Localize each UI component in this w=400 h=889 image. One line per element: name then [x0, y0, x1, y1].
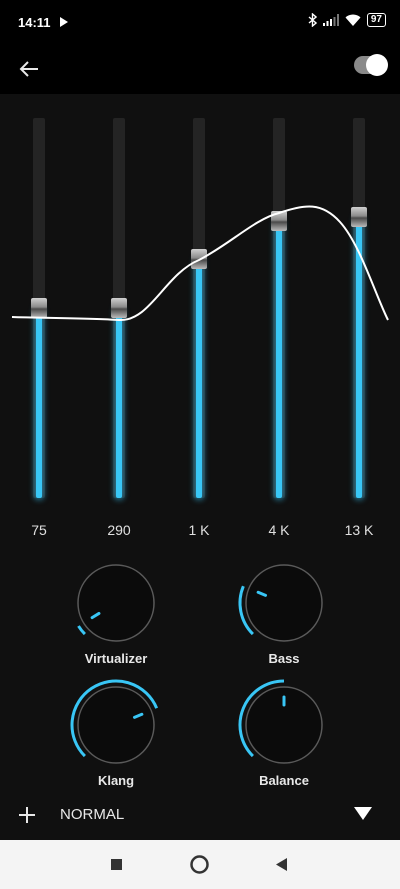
play-icon	[60, 17, 68, 27]
knob-body	[77, 564, 155, 642]
plus-icon[interactable]	[16, 804, 38, 826]
band-fill	[36, 308, 42, 498]
balance-knob[interactable]	[238, 679, 324, 765]
back-triangle-icon[interactable]	[276, 858, 287, 871]
freq-label: 13 K	[344, 522, 374, 538]
balance-label: Balance	[259, 773, 309, 788]
band-fill	[276, 221, 282, 498]
status-time: 14:11	[18, 15, 51, 30]
klang-knob[interactable]	[70, 679, 159, 765]
status-bar: 14:11 97	[0, 0, 400, 44]
knob-level-arc	[77, 625, 86, 636]
freq-label: 4 K	[268, 522, 290, 538]
band-handle[interactable]	[31, 298, 47, 318]
band-fill	[356, 217, 362, 498]
band-slider-290[interactable]	[111, 118, 127, 498]
virtualizer-knob[interactable]	[76, 563, 156, 643]
preset-name[interactable]: NORMAL	[60, 806, 124, 823]
signal-icon	[322, 14, 339, 26]
bass-label: Bass	[268, 651, 300, 666]
band-slider-4k[interactable]	[271, 118, 287, 498]
toggle-knob	[366, 54, 388, 76]
bass-knob[interactable]	[238, 563, 324, 643]
band-handle[interactable]	[271, 211, 287, 231]
band-handle[interactable]	[351, 207, 367, 227]
equalizer-toggle[interactable]	[354, 54, 388, 76]
virtualizer-label: Virtualizer	[84, 651, 148, 666]
band-slider-13k[interactable]	[351, 118, 367, 498]
triangle-down-icon[interactable]	[354, 807, 372, 821]
app-bar	[0, 44, 400, 94]
bluetooth-icon	[308, 13, 317, 27]
home-circle-icon[interactable]	[190, 855, 209, 874]
band-handle[interactable]	[111, 298, 127, 318]
knob-body	[245, 564, 323, 642]
equalizer-panel	[0, 94, 400, 504]
battery-icon: 97	[366, 13, 386, 27]
band-slider-1k[interactable]	[191, 118, 207, 498]
band-handle[interactable]	[191, 249, 207, 269]
band-fill	[196, 259, 202, 498]
status-icons: 97	[308, 13, 386, 27]
freq-label: 1 K	[188, 522, 210, 538]
freq-label: 75	[31, 522, 47, 538]
band-slider-75[interactable]	[31, 118, 47, 498]
preset-bar: NORMAL	[0, 792, 400, 836]
freq-label: 290	[107, 522, 131, 538]
wifi-icon	[345, 14, 361, 26]
band-fill	[116, 308, 122, 498]
system-nav-bar	[0, 840, 400, 889]
recents-square-icon[interactable]	[111, 859, 122, 870]
klang-label: Klang	[97, 773, 135, 788]
arrow-left-icon[interactable]	[16, 56, 42, 82]
knob-body	[77, 686, 155, 764]
